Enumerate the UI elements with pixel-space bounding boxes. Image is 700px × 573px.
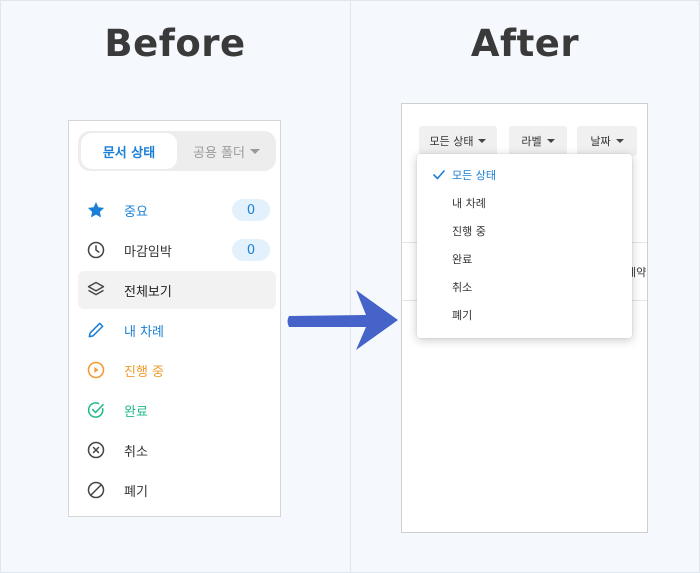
chevron-down-icon <box>546 139 555 143</box>
date-filter-button[interactable]: 날짜 <box>577 126 637 156</box>
dropdown-item-in-progress[interactable]: 진행 중 <box>417 217 632 245</box>
sidebar-item-label: 내 차례 <box>124 324 165 340</box>
sidebar-item-in-progress[interactable]: 진행 중 <box>78 351 276 389</box>
sidebar-item-label: 진행 중 <box>124 364 165 380</box>
dropdown-item-done[interactable]: 완료 <box>417 245 632 273</box>
dropdown-item-label: 모든 상태 <box>452 169 496 182</box>
count-badge: 0 <box>232 199 270 221</box>
dropdown-item-label: 취소 <box>452 281 473 294</box>
sidebar-item-important[interactable]: 중요 0 <box>78 191 276 229</box>
dropdown-item-my-turn[interactable]: 내 차례 <box>417 189 632 217</box>
x-circle-icon <box>86 440 106 460</box>
dropdown-item-label: 완료 <box>452 253 473 266</box>
check-icon <box>433 170 447 180</box>
dropdown-item-cancel[interactable]: 취소 <box>417 273 632 301</box>
after-panel: 모든 상태 라벨 날짜 계약 모든 상태 내 차례 진행 중 완료 취소 폐기 <box>401 103 648 533</box>
after-heading: After <box>470 22 580 65</box>
status-filter-label: 모든 상태 <box>429 135 474 148</box>
layers-icon <box>86 280 106 300</box>
ban-icon <box>86 480 106 500</box>
dropdown-item-label: 내 차례 <box>452 197 486 210</box>
sidebar-item-label: 마감임박 <box>124 244 172 260</box>
dropdown-item-discard[interactable]: 폐기 <box>417 301 632 329</box>
tab-shared-folder[interactable]: 공용 폴더 <box>179 133 274 169</box>
sidebar-item-label: 취소 <box>124 444 148 460</box>
pencil-icon <box>86 320 106 340</box>
status-dropdown-menu: 모든 상태 내 차례 진행 중 완료 취소 폐기 <box>417 154 632 338</box>
sidebar-item-view-all[interactable]: 전체보기 <box>78 271 276 309</box>
sidebar-item-cancel[interactable]: 취소 <box>78 431 276 469</box>
chevron-down-icon <box>478 139 487 143</box>
sidebar-item-discard[interactable]: 폐기 <box>78 471 276 509</box>
before-heading: Before <box>104 22 246 65</box>
chevron-down-icon <box>615 139 624 143</box>
sidebar-item-label: 중요 <box>124 204 148 220</box>
panel-divider <box>350 1 351 572</box>
sidebar-item-my-turn[interactable]: 내 차례 <box>78 311 276 349</box>
sidebar-item-label: 전체보기 <box>124 284 172 300</box>
count-badge: 0 <box>232 239 270 261</box>
dropdown-item-label: 폐기 <box>452 309 473 322</box>
tab-document-status-label: 문서 상태 <box>102 145 156 161</box>
label-filter-label: 라벨 <box>521 135 542 148</box>
check-circle-icon <box>86 400 106 420</box>
dropdown-item-label: 진행 중 <box>452 225 486 238</box>
before-sidebar: 문서 상태 공용 폴더 중요 0 마감임박 0 전체보기 내 차례 진행 중 완… <box>68 120 281 517</box>
clock-icon <box>86 240 106 260</box>
date-filter-label: 날짜 <box>590 135 611 148</box>
sidebar-item-label: 완료 <box>124 404 148 420</box>
star-icon <box>86 200 106 220</box>
tab-switcher: 문서 상태 공용 폴더 <box>78 131 276 171</box>
play-circle-icon <box>86 360 106 380</box>
dropdown-item-all-status[interactable]: 모든 상태 <box>417 161 632 189</box>
label-filter-button[interactable]: 라벨 <box>509 126 567 156</box>
status-filter-button[interactable]: 모든 상태 <box>419 126 497 156</box>
chevron-down-icon <box>249 148 260 154</box>
tab-document-status[interactable]: 문서 상태 <box>81 133 177 169</box>
arrow-right-icon <box>287 290 398 350</box>
sidebar-item-deadline[interactable]: 마감임박 0 <box>78 231 276 269</box>
sidebar-item-label: 폐기 <box>124 484 148 500</box>
sidebar-item-done[interactable]: 완료 <box>78 391 276 429</box>
tab-shared-folder-label: 공용 폴더 <box>193 145 245 161</box>
